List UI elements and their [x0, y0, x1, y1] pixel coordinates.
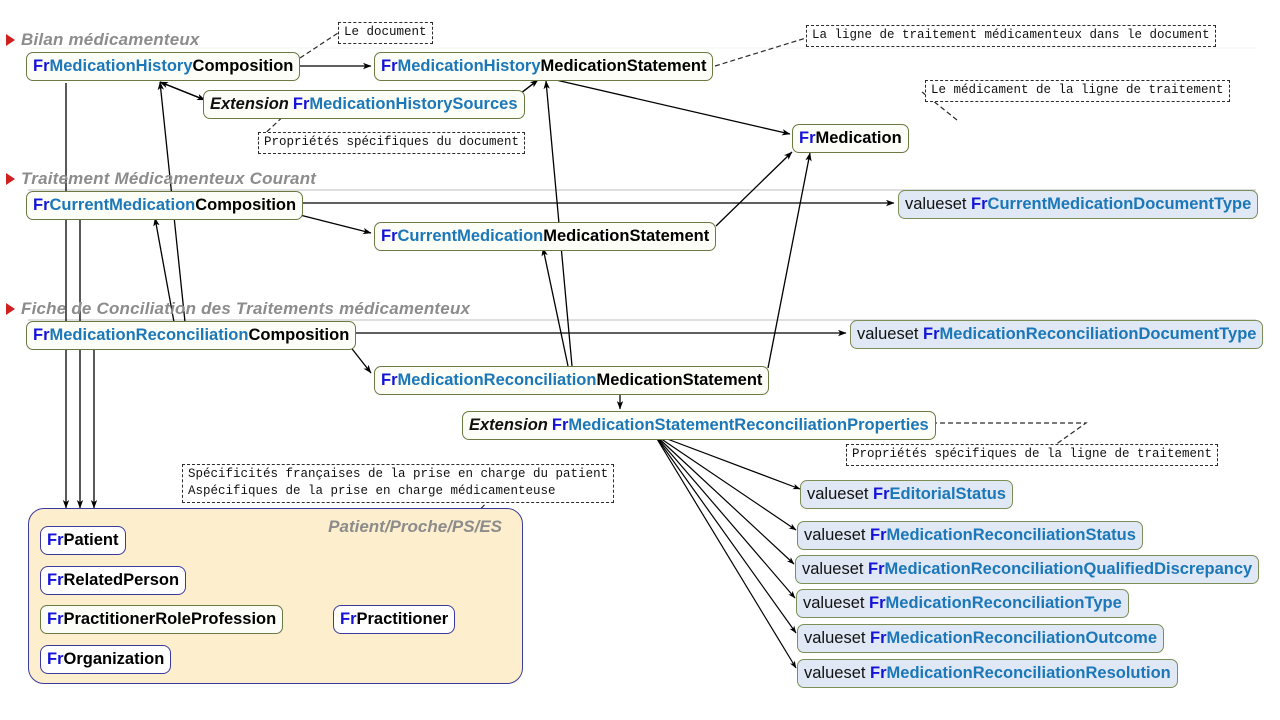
node-middle: CurrentMedication: [397, 227, 544, 245]
valueset-fr-medication-reconciliation-document-type[interactable]: valueset FrMedicationReconciliationDocum…: [850, 320, 1264, 349]
node-prefix: Fr: [799, 129, 816, 147]
valueset-fr-medication-reconciliation-resolution[interactable]: valueset FrMedicationReconciliationResol…: [797, 659, 1178, 688]
valueset-fr-current-medication-document-type[interactable]: valueset FrCurrentMedicationDocumentType: [898, 190, 1259, 219]
node-fr-practitioner-role-profession[interactable]: FrPractitionerRoleProfession: [40, 605, 284, 634]
node-suffix: RelatedPerson: [63, 571, 180, 589]
node-fr-medication-history-composition[interactable]: FrMedicationHistoryComposition: [26, 52, 301, 81]
triangle-right-icon: [6, 303, 15, 315]
node-fr-medication[interactable]: FrMedication: [792, 124, 909, 153]
node-prefix: Fr: [381, 227, 398, 245]
node-fr-medication-history-medication-statement[interactable]: FrMedicationHistoryMedicationStatement: [374, 52, 714, 81]
node-suffix: Medication: [815, 129, 902, 147]
node-middle: EditorialStatus: [889, 485, 1006, 503]
valueset-keyword: valueset: [804, 526, 871, 544]
node-fr-current-medication-composition[interactable]: FrCurrentMedicationComposition: [26, 191, 304, 220]
note-le-document: Le document: [338, 22, 433, 44]
note-medicament-ligne: Le médicament de la ligne de traitement: [925, 80, 1230, 102]
node-extension-fr-medication-history-sources[interactable]: Extension FrMedicationHistorySources: [203, 90, 525, 119]
extension-keyword: Extension: [210, 95, 289, 113]
node-middle: MedicationStatementReconciliationPropert…: [568, 416, 929, 434]
node-suffix: MedicationStatement: [596, 371, 763, 389]
valueset-keyword: valueset: [802, 560, 869, 578]
node-middle: MedicationReconciliationStatus: [886, 526, 1136, 544]
valueset-fr-medication-reconciliation-outcome[interactable]: valueset FrMedicationReconciliationOutco…: [797, 624, 1165, 653]
section-label: Fiche de Conciliation des Traitements mé…: [21, 299, 471, 318]
node-fr-organization[interactable]: FrOrganization: [40, 645, 172, 674]
node-fr-current-medication-medication-statement[interactable]: FrCurrentMedicationMedicationStatement: [374, 222, 717, 251]
node-prefix: Fr: [923, 325, 940, 343]
node-prefix: Fr: [868, 560, 885, 578]
node-prefix: Fr: [340, 610, 357, 628]
node-suffix: Composition: [192, 57, 294, 75]
note-proprietes-ligne: Propriétés spécifiques de la ligne de tr…: [846, 444, 1219, 466]
node-prefix: Fr: [47, 610, 64, 628]
node-middle: MedicationReconciliationType: [885, 594, 1122, 612]
node-suffix: MedicationStatement: [543, 227, 710, 245]
valueset-fr-medication-reconciliation-status[interactable]: valueset FrMedicationReconciliationStatu…: [797, 521, 1143, 550]
node-prefix: Fr: [47, 650, 64, 668]
valueset-keyword: valueset: [905, 195, 972, 213]
node-prefix: Fr: [381, 371, 398, 389]
node-fr-practitioner[interactable]: FrPractitioner: [333, 605, 456, 634]
note-proprietes-document: Propriétés spécifiques du document: [258, 132, 526, 154]
node-prefix: Fr: [292, 95, 310, 113]
valueset-keyword: valueset: [804, 629, 871, 647]
patient-group-title: Patient/Proche/PS/ES: [328, 517, 502, 536]
node-prefix: Fr: [381, 57, 398, 75]
section-label: Traitement Médicamenteux Courant: [21, 169, 317, 188]
section-header-bilan: Bilan médicamenteux: [6, 30, 200, 50]
node-middle: MedicationReconciliation: [49, 326, 249, 344]
node-prefix: Fr: [47, 531, 64, 549]
node-middle: MedicationReconciliationOutcome: [886, 629, 1158, 647]
valueset-fr-editorial-status[interactable]: valueset FrEditorialStatus: [800, 480, 1013, 509]
node-suffix: Composition: [195, 196, 297, 214]
node-suffix: Organization: [63, 650, 165, 668]
node-prefix: Fr: [870, 526, 887, 544]
node-middle: MedicationReconciliationQualifiedDiscrep…: [884, 560, 1253, 578]
node-middle: MedicationReconciliationDocumentType: [939, 325, 1257, 343]
node-fr-medication-reconciliation-medication-statement[interactable]: FrMedicationReconciliationMedicationStat…: [374, 366, 770, 395]
node-fr-medication-reconciliation-composition[interactable]: FrMedicationReconciliationComposition: [26, 321, 357, 350]
node-prefix: Fr: [47, 571, 64, 589]
node-prefix: Fr: [33, 326, 50, 344]
node-middle: CurrentMedicationDocumentType: [987, 195, 1252, 213]
node-prefix: Fr: [971, 195, 988, 213]
node-fr-related-person[interactable]: FrRelatedPerson: [40, 566, 187, 595]
node-prefix: Fr: [33, 196, 50, 214]
node-middle: MedicationHistory: [397, 57, 541, 75]
node-prefix: Fr: [551, 416, 569, 434]
node-prefix: Fr: [33, 57, 50, 75]
triangle-right-icon: [6, 34, 15, 46]
section-header-conciliation: Fiche de Conciliation des Traitements mé…: [6, 299, 470, 319]
section-header-traitement-courant: Traitement Médicamenteux Courant: [6, 169, 316, 189]
node-suffix: Composition: [248, 326, 350, 344]
node-middle: MedicationHistorySources: [309, 95, 518, 113]
node-prefix: Fr: [869, 594, 886, 612]
node-middle: CurrentMedication: [49, 196, 196, 214]
node-suffix: PractitionerRoleProfession: [63, 610, 277, 628]
node-middle: MedicationHistory: [49, 57, 193, 75]
valueset-keyword: valueset: [857, 325, 924, 343]
node-prefix: Fr: [870, 664, 887, 682]
node-middle: MedicationReconciliationResolution: [886, 664, 1171, 682]
note-ligne-de-traitement: La ligne de traitement médicamenteux dan…: [806, 25, 1216, 47]
valueset-fr-medication-reconciliation-type[interactable]: valueset FrMedicationReconciliationType: [796, 589, 1129, 618]
node-suffix: Patient: [63, 531, 119, 549]
node-prefix: Fr: [870, 629, 887, 647]
valueset-keyword: valueset: [807, 485, 874, 503]
node-middle: MedicationReconciliation: [397, 371, 597, 389]
node-fr-patient[interactable]: FrPatient: [40, 526, 126, 555]
diagram-canvas: Bilan médicamenteux Traitement Médicamen…: [0, 0, 1280, 720]
node-prefix: Fr: [873, 485, 890, 503]
note-specificites-francaises: Spécificités françaises de la prise en c…: [182, 464, 615, 503]
triangle-right-icon: [6, 173, 15, 185]
valueset-fr-medication-reconciliation-qualified-discrepancy[interactable]: valueset FrMedicationReconciliationQuali…: [795, 555, 1260, 584]
extension-keyword: Extension: [469, 416, 548, 434]
valueset-keyword: valueset: [803, 594, 870, 612]
section-label: Bilan médicamenteux: [21, 30, 200, 49]
node-suffix: Practitioner: [356, 610, 449, 628]
node-extension-fr-medication-statement-reconciliation-properties[interactable]: Extension FrMedicationStatementReconcilia…: [462, 411, 936, 440]
node-suffix: MedicationStatement: [540, 57, 707, 75]
valueset-keyword: valueset: [804, 664, 871, 682]
